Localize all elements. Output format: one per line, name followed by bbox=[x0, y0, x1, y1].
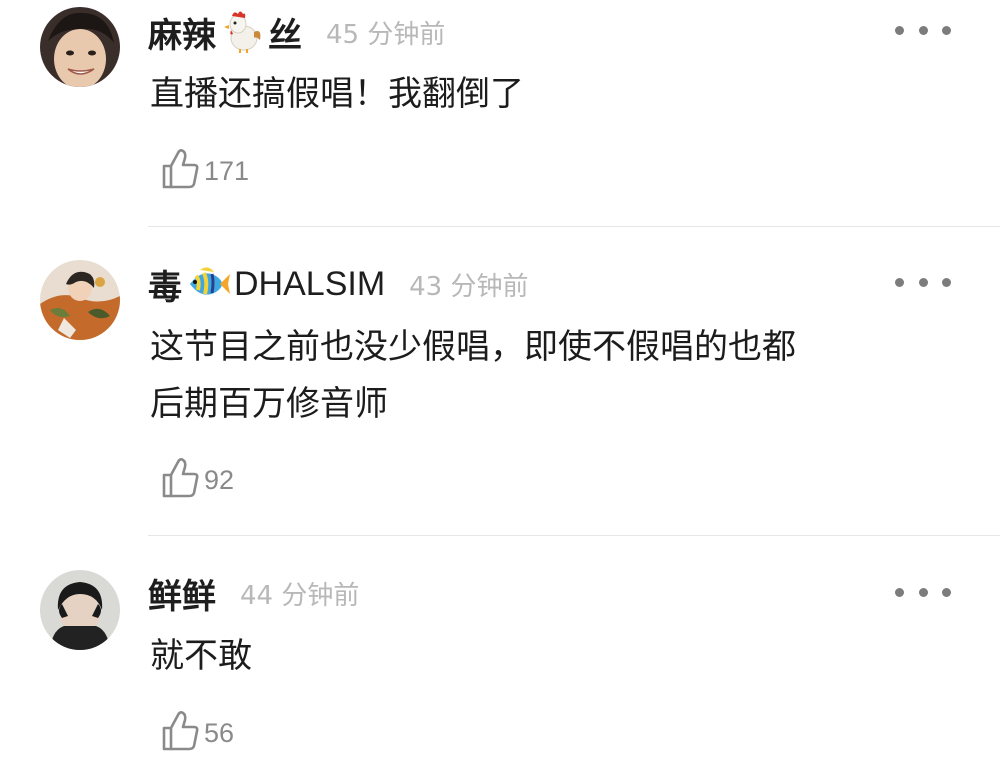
comment-text: 直播还搞假唱！我翻倒了 bbox=[150, 66, 524, 123]
dot bbox=[942, 587, 951, 597]
comment-item: 毒 DHALSIM 43 分钟前 这节目之前也没少假唱，即使不假唱的也都 后期百… bbox=[0, 228, 1000, 536]
like-count: 92 bbox=[204, 464, 235, 495]
comment-header: 毒 DHALSIM 43 分钟前 bbox=[148, 260, 529, 309]
dot bbox=[918, 277, 928, 287]
dot bbox=[942, 25, 951, 35]
comment-text-line: 就不敢 bbox=[150, 636, 252, 676]
like-button[interactable]: 171 bbox=[160, 148, 249, 194]
like-button[interactable]: 56 bbox=[160, 710, 234, 756]
avatar[interactable] bbox=[40, 7, 120, 87]
username[interactable]: 麻辣 bbox=[148, 8, 216, 57]
rooster-emoji-icon bbox=[220, 10, 264, 54]
like-button[interactable]: 92 bbox=[160, 457, 234, 503]
dot bbox=[895, 25, 904, 35]
username-suffix[interactable]: 丝 bbox=[268, 8, 302, 57]
dot bbox=[918, 25, 928, 35]
dot bbox=[942, 277, 951, 287]
dot bbox=[895, 277, 904, 287]
comment-text: 就不敢 bbox=[150, 628, 252, 685]
like-count: 56 bbox=[204, 717, 235, 748]
more-dots-icon[interactable] bbox=[895, 272, 951, 292]
dot bbox=[918, 587, 928, 597]
username[interactable]: 鲜鲜 bbox=[148, 569, 216, 618]
comment-item: 麻辣 丝 45 分钟前 直播还搞假唱！我翻倒了 171 bbox=[0, 0, 1000, 228]
dot bbox=[895, 587, 904, 597]
timestamp: 44 分钟前 bbox=[240, 580, 360, 611]
avatar[interactable] bbox=[40, 260, 120, 340]
thumbs-up-icon bbox=[160, 148, 200, 194]
comment-item: 鲜鲜 44 分钟前 就不敢 56 bbox=[0, 536, 1000, 774]
comment-text: 这节目之前也没少假唱，即使不假唱的也都 后期百万修音师 bbox=[150, 319, 796, 433]
comment-text-line: 这节目之前也没少假唱，即使不假唱的也都 bbox=[150, 327, 796, 367]
avatar[interactable] bbox=[40, 570, 120, 650]
comment-text-line: 后期百万修音师 bbox=[150, 384, 388, 424]
tropical-fish-emoji-icon bbox=[186, 262, 230, 306]
comment-header: 麻辣 丝 45 分钟前 bbox=[148, 8, 446, 57]
timestamp: 45 分钟前 bbox=[326, 19, 446, 50]
thumbs-up-icon bbox=[160, 457, 200, 503]
timestamp: 43 分钟前 bbox=[409, 271, 529, 302]
username-suffix[interactable]: DHALSIM bbox=[234, 265, 385, 304]
more-dots-icon[interactable] bbox=[895, 582, 951, 602]
thumbs-up-icon bbox=[160, 710, 200, 756]
comment-header: 鲜鲜 44 分钟前 bbox=[148, 569, 360, 618]
more-dots-icon[interactable] bbox=[895, 20, 951, 40]
username[interactable]: 毒 bbox=[148, 260, 182, 309]
divider bbox=[148, 226, 1000, 227]
comment-text-line: 直播还搞假唱！我翻倒了 bbox=[150, 74, 524, 114]
like-count: 171 bbox=[204, 155, 250, 186]
